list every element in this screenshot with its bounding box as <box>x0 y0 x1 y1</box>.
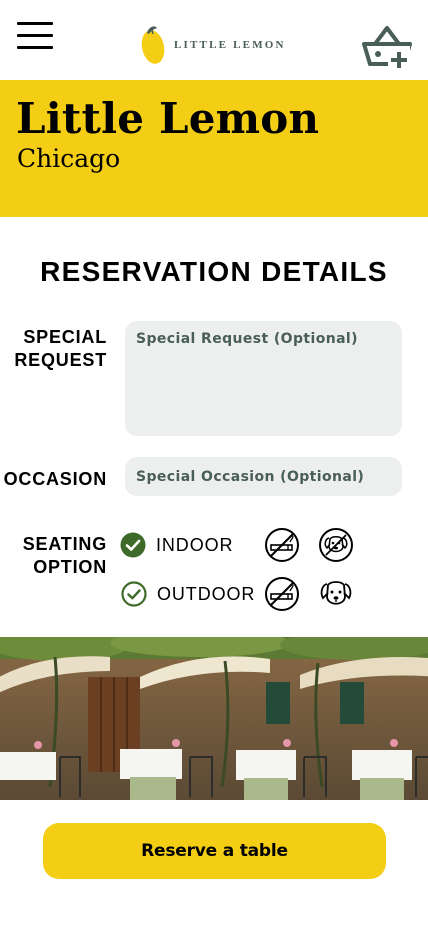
hamburger-menu-icon[interactable] <box>17 22 53 50</box>
no-smoking-icon[interactable] <box>264 576 300 612</box>
indoor-label: INDOOR <box>156 534 234 555</box>
occasion-input[interactable] <box>125 457 402 496</box>
little-lemon-logo[interactable]: LITTLE LEMON <box>140 24 286 66</box>
outdoor-option[interactable]: OUTDOOR <box>121 581 255 607</box>
dog-icon[interactable] <box>318 576 354 612</box>
reserve-table-button[interactable]: Reserve a table <box>43 823 386 879</box>
restaurant-patio-image <box>0 637 428 800</box>
seating-label-line1: SEATING <box>22 534 107 554</box>
restaurant-city: Chicago <box>17 144 121 173</box>
basket-add-icon[interactable] <box>362 24 412 70</box>
check-outline-icon <box>121 581 147 607</box>
special-request-label-line2: REQUEST <box>14 350 107 370</box>
hero-banner: Little Lemon Chicago <box>0 80 428 217</box>
restaurant-name: Little Lemon <box>16 94 320 143</box>
dog-icon[interactable] <box>318 527 354 563</box>
check-filled-icon <box>120 532 146 558</box>
outdoor-label: OUTDOOR <box>157 583 256 604</box>
occasion-label: OCCASION <box>3 469 107 489</box>
page-title: RESERVATION DETAILS <box>40 256 388 287</box>
special-request-label-line1: SPECIAL <box>23 327 107 347</box>
special-request-input[interactable] <box>125 321 402 436</box>
special-request-label: SPECIAL REQUEST <box>14 326 107 372</box>
app-header: LITTLE LEMON <box>0 0 428 80</box>
logo-text: LITTLE LEMON <box>174 39 286 51</box>
indoor-option[interactable]: INDOOR <box>120 532 233 558</box>
no-smoking-icon[interactable] <box>264 527 300 563</box>
lemon-icon <box>141 26 165 64</box>
seating-label-line2: OPTION <box>33 557 107 577</box>
seating-option-label: SEATING OPTION <box>23 533 107 579</box>
